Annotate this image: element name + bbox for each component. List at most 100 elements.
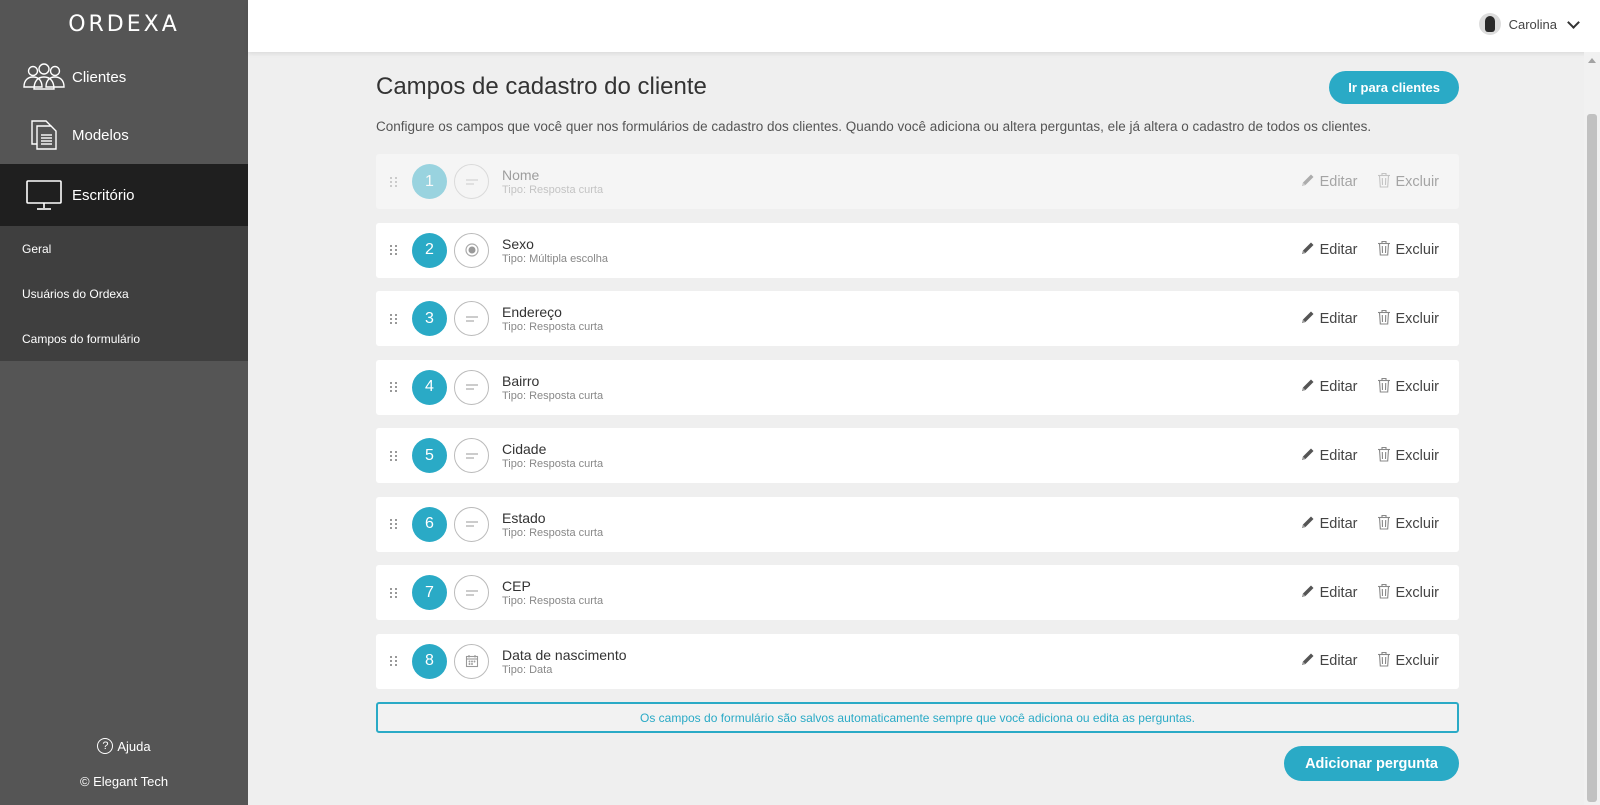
documents-icon bbox=[22, 118, 66, 152]
user-name: Carolina bbox=[1508, 16, 1557, 32]
delete-button[interactable]: Excluir bbox=[1377, 446, 1439, 466]
drag-handle-icon[interactable] bbox=[376, 176, 412, 187]
field-type: Tipo: Resposta curta bbox=[502, 321, 604, 333]
edit-button[interactable]: Editar bbox=[1300, 651, 1358, 671]
help-label: Ajuda bbox=[117, 738, 151, 754]
delete-label: Excluir bbox=[1395, 584, 1439, 601]
delete-button[interactable]: Excluir bbox=[1377, 377, 1439, 397]
copyright: © Elegant Tech bbox=[79, 774, 169, 789]
field-row[interactable]: 4 Bairro Tipo: Resposta curta Editar Excluir bbox=[376, 359, 1459, 415]
scrollbar-thumb[interactable] bbox=[1587, 114, 1597, 802]
user-menu[interactable]: Carolina bbox=[1478, 13, 1580, 35]
delete-button[interactable]: Excluir bbox=[1377, 172, 1439, 192]
delete-button[interactable]: Excluir bbox=[1377, 309, 1439, 329]
drag-handle-icon[interactable] bbox=[376, 382, 412, 392]
field-type: Tipo: Resposta curta bbox=[502, 458, 604, 470]
scrollbar[interactable] bbox=[1584, 52, 1600, 805]
main-content: Campos de cadastro do cliente Ir para cl… bbox=[376, 52, 1459, 781]
field-name: Data de nascimento bbox=[502, 646, 627, 663]
field-number-badge: 1 bbox=[412, 164, 447, 199]
submenu-item-campos[interactable]: Campos do formulário bbox=[0, 316, 248, 361]
scroll-up-arrow-icon[interactable] bbox=[1588, 58, 1596, 63]
delete-button[interactable]: Excluir bbox=[1377, 514, 1439, 534]
help-link[interactable]: ? Ajuda bbox=[0, 738, 248, 754]
pencil-icon bbox=[1300, 651, 1316, 671]
field-number-badge: 2 bbox=[412, 232, 447, 268]
delete-label: Excluir bbox=[1395, 447, 1439, 464]
nav-label-modelos: Modelos bbox=[72, 126, 129, 144]
field-row[interactable]: 3 Endereço Tipo: Resposta curta Editar Exclu… bbox=[376, 291, 1459, 346]
question-icon: ? bbox=[97, 738, 114, 754]
sidebar: ORDEXA Clientes Modelos Escritório Geral… bbox=[0, 0, 248, 805]
field-name: Estado bbox=[502, 509, 546, 526]
edit-button[interactable]: Editar bbox=[1300, 309, 1358, 329]
nav-label-escritorio: Escritório bbox=[72, 186, 135, 204]
field-row[interactable]: 6 Estado Tipo: Resposta curta Editar Excluir bbox=[376, 496, 1459, 552]
edit-label: Editar bbox=[1319, 653, 1358, 669]
field-row[interactable]: 1 Nome Tipo: Resposta curta Editar Excluir bbox=[376, 154, 1459, 209]
field-number-badge: 8 bbox=[412, 643, 447, 679]
drag-handle-icon[interactable] bbox=[376, 656, 412, 666]
delete-label: Excluir bbox=[1395, 653, 1439, 669]
calendar-icon bbox=[454, 643, 489, 679]
field-row[interactable]: 5 Cidade Tipo: Resposta curta Editar Excluir bbox=[376, 428, 1459, 483]
short-answer-icon bbox=[454, 301, 489, 336]
fields-list: 1 Nome Tipo: Resposta curta Editar Excluir 2 S… bbox=[376, 154, 1459, 689]
radio-icon bbox=[454, 232, 489, 268]
field-row[interactable]: 8 Data de nascimento Tipo: Data Editar Exclu… bbox=[376, 633, 1459, 689]
submenu-item-usuarios[interactable]: Usuários do Ordexa bbox=[0, 271, 248, 316]
edit-button[interactable]: Editar bbox=[1300, 377, 1358, 397]
trash-icon bbox=[1377, 651, 1391, 671]
add-question-button[interactable]: Adicionar pergunta bbox=[1284, 746, 1459, 781]
field-number-badge: 7 bbox=[412, 575, 447, 610]
go-to-clients-button[interactable]: Ir para clientes bbox=[1329, 70, 1459, 104]
page-description: Configure os campos que você quer nos fo… bbox=[376, 119, 1372, 134]
nav-item-clientes[interactable]: Clientes bbox=[0, 48, 248, 106]
edit-button[interactable]: Editar bbox=[1300, 514, 1357, 534]
delete-label: Excluir bbox=[1395, 379, 1439, 395]
edit-button[interactable]: Editar bbox=[1300, 583, 1358, 603]
submenu-escritorio: Geral Usuários do Ordexa Campos do formu… bbox=[0, 226, 248, 361]
short-answer-icon bbox=[454, 506, 489, 542]
nav-item-escritorio[interactable]: Escritório bbox=[0, 164, 248, 226]
edit-button[interactable]: Editar bbox=[1300, 446, 1357, 466]
edit-label: Editar bbox=[1319, 584, 1358, 601]
delete-button[interactable]: Excluir bbox=[1377, 651, 1439, 671]
nav-item-modelos[interactable]: Modelos bbox=[0, 106, 248, 164]
drag-handle-icon[interactable] bbox=[376, 450, 412, 461]
trash-icon bbox=[1377, 240, 1391, 260]
drag-handle-icon[interactable] bbox=[376, 587, 412, 598]
delete-label: Excluir bbox=[1395, 173, 1439, 190]
trash-icon bbox=[1377, 377, 1391, 397]
delete-button[interactable]: Excluir bbox=[1377, 583, 1439, 603]
edit-button[interactable]: Editar bbox=[1300, 172, 1358, 192]
trash-icon bbox=[1377, 446, 1391, 466]
trash-icon bbox=[1377, 309, 1391, 329]
drag-handle-icon[interactable] bbox=[376, 313, 412, 324]
short-answer-icon bbox=[454, 575, 489, 610]
short-answer-icon bbox=[454, 438, 489, 473]
field-row[interactable]: 2 Sexo Tipo: Múltipla escolha Editar Excluir bbox=[376, 222, 1459, 278]
pencil-icon bbox=[1300, 377, 1316, 397]
delete-button[interactable]: Excluir bbox=[1377, 240, 1439, 260]
delete-label: Excluir bbox=[1395, 516, 1439, 532]
pencil-icon bbox=[1300, 172, 1316, 192]
field-type: Tipo: Resposta curta bbox=[502, 595, 604, 607]
edit-button[interactable]: Editar bbox=[1300, 240, 1357, 260]
page-title: Campos de cadastro do cliente bbox=[376, 73, 707, 100]
field-name: Nome bbox=[502, 167, 540, 183]
edit-label: Editar bbox=[1319, 379, 1358, 395]
app-logo[interactable]: ORDEXA bbox=[0, 0, 248, 48]
field-type: Tipo: Múltipla escolha bbox=[502, 252, 608, 265]
edit-label: Editar bbox=[1319, 173, 1358, 190]
field-row[interactable]: 7 CEP Tipo: Resposta curta Editar Excluir bbox=[376, 565, 1459, 620]
drag-handle-icon[interactable] bbox=[376, 245, 412, 255]
field-name: Cidade bbox=[502, 441, 547, 457]
field-number-badge: 3 bbox=[412, 301, 447, 336]
trash-icon bbox=[1377, 514, 1391, 534]
edit-label: Editar bbox=[1319, 310, 1358, 327]
field-number-badge: 5 bbox=[412, 438, 447, 473]
delete-label: Excluir bbox=[1395, 310, 1439, 327]
drag-handle-icon[interactable] bbox=[376, 519, 412, 529]
submenu-item-geral[interactable]: Geral bbox=[0, 226, 248, 271]
